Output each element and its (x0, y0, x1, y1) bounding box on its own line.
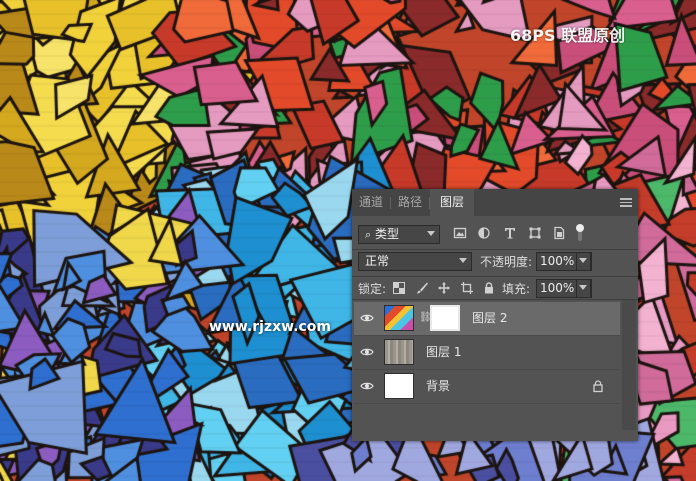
layers-list: ⛓ 图层 2 图层 1 背景 (354, 300, 620, 430)
opacity-slider-toggle[interactable] (576, 252, 591, 271)
layer-row-layer-2[interactable]: ⛓ 图层 2 (354, 302, 620, 336)
tab-paths[interactable]: 路径 (391, 189, 429, 216)
eye-icon[interactable] (360, 381, 374, 391)
panel-tab-bar: 通道 路径 图层 (352, 189, 638, 216)
filter-kind-dropdown[interactable]: ⌕ 类型 (358, 225, 440, 244)
watermark-logo: 68PS 联盟原创 (510, 26, 626, 45)
layer-row-layer-1[interactable]: 图层 1 (354, 336, 620, 370)
lock-image-pixels-icon[interactable] (415, 281, 429, 295)
blend-mode-dropdown[interactable]: 正常 (358, 252, 472, 271)
adjustment-filter-icon[interactable] (477, 226, 491, 240)
filter-kind-label: 类型 (375, 227, 400, 241)
fill-value: 100% (540, 281, 575, 295)
image-filter-icon[interactable] (453, 226, 467, 240)
opacity-label: 不透明度: (480, 255, 533, 269)
layer-thumbnail (384, 373, 414, 399)
panel-menu-icon[interactable] (620, 196, 632, 208)
fill-slider-toggle[interactable] (576, 279, 591, 298)
layer-name[interactable]: 图层 2 (472, 311, 507, 325)
layer-thumbnail (384, 305, 414, 331)
tab-layers[interactable]: 图层 (430, 189, 474, 216)
chevron-down-icon (427, 231, 435, 236)
watermark-url: www.rjzxw.com (209, 319, 331, 335)
lock-label: 锁定: (358, 282, 387, 296)
lock-all-icon[interactable] (482, 281, 496, 295)
tab-channels[interactable]: 通道 (352, 189, 390, 216)
layer-mask-thumbnail[interactable] (430, 305, 460, 331)
shape-filter-icon[interactable] (528, 226, 542, 240)
chevron-down-icon (459, 258, 467, 263)
search-icon: ⌕ (365, 228, 372, 241)
opacity-value: 100% (540, 254, 575, 268)
filter-toggle-icon[interactable] (574, 223, 586, 243)
lock-transparent-pixels-icon[interactable] (392, 281, 406, 295)
lock-position-icon[interactable] (437, 281, 451, 295)
layers-panel: 通道 路径 图层 ⌕ 类型 正常 不透明度: 100% 锁定: 填充: 100%… (352, 189, 638, 441)
smart-object-filter-icon[interactable] (552, 226, 566, 240)
layer-lock-icon (593, 380, 603, 393)
layer-name[interactable]: 图层 1 (426, 345, 461, 359)
layer-row-background[interactable]: 背景 (354, 370, 620, 404)
eye-icon[interactable] (360, 313, 374, 323)
layer-name[interactable]: 背景 (426, 379, 450, 393)
chevron-down-icon (579, 285, 587, 290)
eye-icon[interactable] (360, 347, 374, 357)
type-filter-icon[interactable] (503, 226, 517, 240)
layer-thumbnail (384, 339, 414, 365)
chevron-down-icon (579, 258, 587, 263)
blend-mode-value: 正常 (365, 254, 390, 268)
lock-artboard-icon[interactable] (460, 281, 474, 295)
layers-scrollbar[interactable] (622, 300, 636, 430)
fill-label: 填充: (502, 282, 531, 296)
link-chain-icon[interactable]: ⛓ (419, 312, 432, 324)
